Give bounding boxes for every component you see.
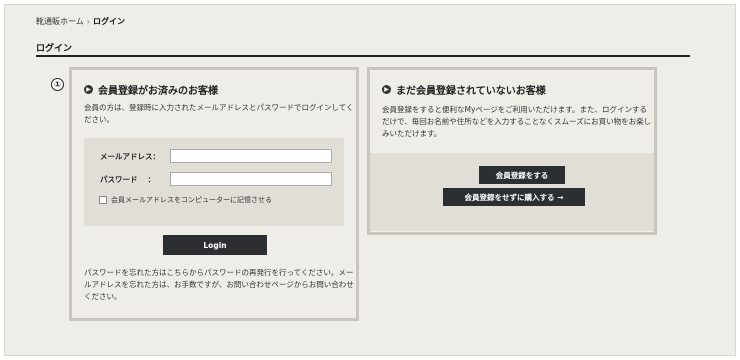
guest-checkout-button[interactable]: 会員登録をせずに購入する → — [443, 188, 585, 206]
member-login-panel: ▶ 会員登録がお済みのお客様 会員の方は、登録時に入力されたメールアドレスとパス… — [69, 67, 359, 321]
password-field[interactable] — [170, 172, 332, 186]
arrow-right-icon: ▶ — [382, 85, 391, 94]
guest-panel: ▶ まだ会員登録されていないお客様 会員登録をすると便利なMyページをご利用いた… — [367, 67, 657, 235]
annotation-marker-1: ① — [51, 78, 64, 91]
login-button[interactable]: Login — [163, 235, 267, 255]
remember-email-row[interactable]: 会員メールアドレスをコンピューターに記憶させる — [99, 195, 272, 205]
forgot-password-text: パスワードを忘れた方はこちらからパスワードの再発行を行ってください。メールアドレ… — [84, 268, 354, 301]
login-form: メールアドレス： パスワード ： 会員メールアドレスをコンピューターに記憶させる — [84, 138, 344, 226]
title-divider — [36, 55, 690, 57]
email-field[interactable] — [170, 149, 332, 163]
remember-email-label: 会員メールアドレスをコンピューターに記憶させる — [111, 196, 272, 204]
arrow-right-icon: ▶ — [84, 85, 93, 94]
email-row: メールアドレス： — [100, 149, 332, 163]
breadcrumb: 靴通販ホーム › ログイン — [36, 16, 125, 27]
guest-actions: 会員登録をする 会員登録をせずに購入する → — [370, 153, 654, 231]
breadcrumb-home[interactable]: 靴通販ホーム — [36, 16, 84, 27]
guest-heading: ▶ まだ会員登録されていないお客様 — [382, 82, 546, 97]
remember-email-checkbox[interactable] — [99, 196, 107, 204]
page-title: ログイン — [36, 44, 73, 54]
password-row: パスワード ： — [100, 172, 332, 186]
register-button[interactable]: 会員登録をする — [479, 166, 565, 184]
member-login-heading-text: 会員登録がお済みのお客様 — [98, 86, 218, 97]
guest-intro: 会員登録をすると便利なMyページをご利用いただけます。また、ログインするだけで、… — [382, 105, 652, 138]
password-label: パスワード ： — [100, 174, 156, 184]
breadcrumb-current: ログイン — [92, 17, 125, 26]
member-login-heading: ▶ 会員登録がお済みのお客様 — [84, 82, 218, 97]
email-label: メールアドレス： — [100, 151, 160, 161]
breadcrumb-separator: › — [86, 17, 90, 26]
member-login-intro: 会員の方は、登録時に入力されたメールアドレスとパスワードでログインしてください。 — [84, 103, 354, 124]
guest-heading-text: まだ会員登録されていないお客様 — [396, 86, 546, 97]
